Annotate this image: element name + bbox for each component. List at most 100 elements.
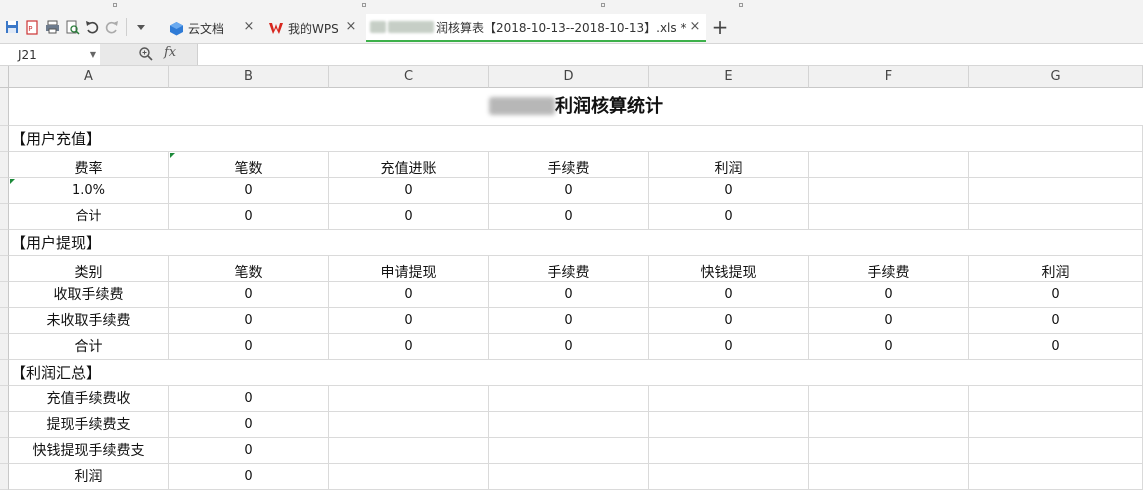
- table-header-cell[interactable]: 笔数: [169, 152, 329, 178]
- data-cell[interactable]: 0: [969, 334, 1143, 360]
- undo-icon[interactable]: [82, 17, 102, 37]
- row-header[interactable]: [0, 334, 9, 360]
- row-label-cell[interactable]: 利润: [9, 464, 169, 490]
- data-cell[interactable]: 0: [489, 204, 649, 230]
- empty-cell[interactable]: [969, 464, 1143, 490]
- close-icon[interactable]: ×: [344, 20, 358, 34]
- redo-icon[interactable]: [102, 17, 122, 37]
- row-label-cell[interactable]: 提现手续费支: [9, 412, 169, 438]
- empty-cell[interactable]: [329, 386, 489, 412]
- section-heading-recharge[interactable]: 【用户充值】: [9, 126, 1143, 152]
- data-cell[interactable]: 0: [329, 178, 489, 204]
- data-cell[interactable]: 0: [329, 308, 489, 334]
- row-header[interactable]: [0, 360, 9, 386]
- section-heading-withdraw[interactable]: 【用户提现】: [9, 230, 1143, 256]
- row-header[interactable]: [0, 282, 9, 308]
- empty-cell[interactable]: [329, 438, 489, 464]
- data-cell[interactable]: 0: [809, 282, 969, 308]
- data-cell[interactable]: 0: [649, 308, 809, 334]
- row-header[interactable]: [0, 256, 9, 282]
- empty-cell[interactable]: [969, 152, 1143, 178]
- output-pdf-icon[interactable]: P: [22, 17, 42, 37]
- data-cell[interactable]: 0: [969, 308, 1143, 334]
- empty-cell[interactable]: [489, 464, 649, 490]
- data-cell[interactable]: 0: [169, 464, 329, 490]
- row-header[interactable]: [0, 412, 9, 438]
- empty-cell[interactable]: [809, 412, 969, 438]
- save-icon[interactable]: [2, 17, 22, 37]
- table-header-cell[interactable]: 利润: [649, 152, 809, 178]
- empty-cell[interactable]: [809, 386, 969, 412]
- empty-cell[interactable]: [969, 438, 1143, 464]
- table-header-cell[interactable]: 申请提现: [329, 256, 489, 282]
- close-icon[interactable]: ×: [242, 20, 256, 34]
- table-header-cell[interactable]: 手续费: [489, 152, 649, 178]
- table-header-cell[interactable]: 手续费: [809, 256, 969, 282]
- row-header[interactable]: [0, 386, 9, 412]
- data-cell[interactable]: 0: [169, 438, 329, 464]
- select-all-corner[interactable]: [0, 66, 9, 88]
- name-box[interactable]: J21 ▼: [10, 45, 100, 65]
- print-preview-icon[interactable]: [62, 17, 82, 37]
- print-icon[interactable]: [42, 17, 62, 37]
- empty-cell[interactable]: [489, 412, 649, 438]
- empty-cell[interactable]: [809, 464, 969, 490]
- empty-cell[interactable]: [489, 438, 649, 464]
- section-heading-profit-summary[interactable]: 【利润汇总】: [9, 360, 1143, 386]
- empty-cell[interactable]: [809, 178, 969, 204]
- data-cell[interactable]: 0: [489, 178, 649, 204]
- column-header-b[interactable]: B: [169, 66, 329, 88]
- table-header-cell[interactable]: 费率: [9, 152, 169, 178]
- data-cell[interactable]: 0: [169, 204, 329, 230]
- row-label-cell[interactable]: 收取手续费: [9, 282, 169, 308]
- empty-cell[interactable]: [809, 438, 969, 464]
- column-header-a[interactable]: A: [9, 66, 169, 88]
- row-header[interactable]: [0, 178, 9, 204]
- row-header[interactable]: [0, 204, 9, 230]
- row-label-cell[interactable]: 快钱提现手续费支: [9, 438, 169, 464]
- row-header[interactable]: [0, 126, 9, 152]
- column-header-f[interactable]: F: [809, 66, 969, 88]
- data-cell[interactable]: 0: [329, 334, 489, 360]
- column-header-d[interactable]: D: [489, 66, 649, 88]
- row-label-cell[interactable]: 充值手续费收: [9, 386, 169, 412]
- data-cell[interactable]: 0: [649, 178, 809, 204]
- empty-cell[interactable]: [649, 386, 809, 412]
- empty-cell[interactable]: [649, 412, 809, 438]
- row-header[interactable]: [0, 88, 9, 126]
- row-header[interactable]: [0, 152, 9, 178]
- column-header-c[interactable]: C: [329, 66, 489, 88]
- tab-spreadsheet-file[interactable]: 润核算表【2018-10-13--2018-10-13】.xls * ×: [366, 14, 706, 42]
- empty-cell[interactable]: [969, 178, 1143, 204]
- column-header-g[interactable]: G: [969, 66, 1143, 88]
- sheet-title[interactable]: 利润核算统计: [9, 88, 1143, 126]
- zoom-icon[interactable]: [138, 46, 154, 66]
- data-cell[interactable]: 0: [169, 412, 329, 438]
- data-cell[interactable]: 0: [649, 334, 809, 360]
- data-cell[interactable]: 0: [329, 204, 489, 230]
- tab-cloud-docs[interactable]: 云文档 ×: [164, 14, 260, 42]
- row-label-cell[interactable]: 未收取手续费: [9, 308, 169, 334]
- row-header[interactable]: [0, 464, 9, 490]
- chevron-down-icon[interactable]: ▼: [90, 45, 96, 65]
- column-header-e[interactable]: E: [649, 66, 809, 88]
- data-cell[interactable]: 0: [169, 334, 329, 360]
- data-cell[interactable]: 0: [969, 282, 1143, 308]
- table-header-cell[interactable]: 笔数: [169, 256, 329, 282]
- data-cell[interactable]: 0: [169, 178, 329, 204]
- empty-cell[interactable]: [969, 386, 1143, 412]
- row-label-cell[interactable]: 合计: [9, 334, 169, 360]
- tab-my-wps[interactable]: 我的WPS ×: [264, 14, 362, 42]
- data-cell[interactable]: 0: [169, 308, 329, 334]
- table-header-cell[interactable]: 充值进账: [329, 152, 489, 178]
- empty-cell[interactable]: [649, 464, 809, 490]
- dropdown-arrow-icon[interactable]: [131, 17, 151, 37]
- table-header-cell[interactable]: 利润: [969, 256, 1143, 282]
- close-icon[interactable]: ×: [688, 20, 702, 34]
- data-cell[interactable]: 0: [649, 204, 809, 230]
- data-cell[interactable]: 0: [649, 282, 809, 308]
- data-cell[interactable]: 0: [489, 308, 649, 334]
- empty-cell[interactable]: [809, 204, 969, 230]
- empty-cell[interactable]: [969, 204, 1143, 230]
- insert-function-button[interactable]: fx: [164, 45, 176, 60]
